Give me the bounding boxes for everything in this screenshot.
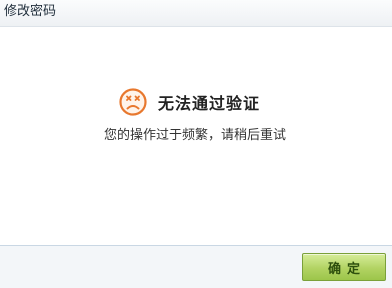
dialog-titlebar: 修改密码	[0, 0, 392, 27]
change-password-dialog: 修改密码 无法通过验证 您的操作过于频繁，请稍后重试 确定	[0, 0, 392, 288]
dialog-title: 修改密码	[4, 4, 57, 19]
sad-face-icon	[119, 88, 147, 116]
confirm-button[interactable]: 确定	[302, 253, 386, 281]
dialog-footer: 确定	[0, 245, 392, 288]
error-headline-row: 无法通过验证	[118, 87, 260, 117]
error-headline: 无法通过验证	[158, 94, 261, 113]
dialog-content: 无法通过验证 您的操作过于频繁，请稍后重试	[0, 27, 392, 245]
error-detail-text: 您的操作过于频繁，请稍后重试	[104, 128, 287, 143]
